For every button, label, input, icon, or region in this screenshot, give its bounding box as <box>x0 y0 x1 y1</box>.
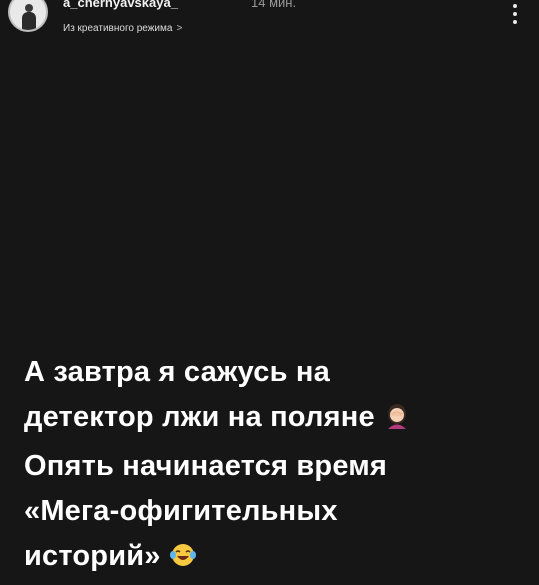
story-text-line: Опять начинается время <box>24 450 388 482</box>
woman-facepalming-emoji-icon <box>383 399 411 444</box>
story-text-line: детектор лжи на поляне <box>24 395 524 444</box>
tears-of-joy-emoji-icon <box>169 538 197 583</box>
avatar-figure-body <box>22 12 36 30</box>
avatar-figure-head <box>25 4 33 12</box>
story-time: 14 мин. <box>251 0 297 10</box>
story-text-line: историй» <box>24 534 524 583</box>
creative-mode-link[interactable]: Из креативного режима > <box>63 23 182 34</box>
story-header: a_chernyavskaya_ 14 мин. Из креативного … <box>0 0 539 50</box>
username[interactable]: a_chernyavskaya_ <box>63 0 178 10</box>
story-text: А завтра я сажусь на детектор лжи на пол… <box>24 350 524 583</box>
creative-mode-label: Из креативного режима <box>63 23 173 34</box>
chevron-right-icon: > <box>176 23 183 34</box>
story-text-line: А завтра я сажусь на <box>24 356 330 388</box>
more-vertical-icon[interactable] <box>510 4 520 32</box>
avatar[interactable] <box>8 0 48 32</box>
story-text-line: «Мега-офигительных <box>24 495 338 527</box>
story-viewer[interactable]: a_chernyavskaya_ 14 мин. Из креативного … <box>0 0 539 585</box>
